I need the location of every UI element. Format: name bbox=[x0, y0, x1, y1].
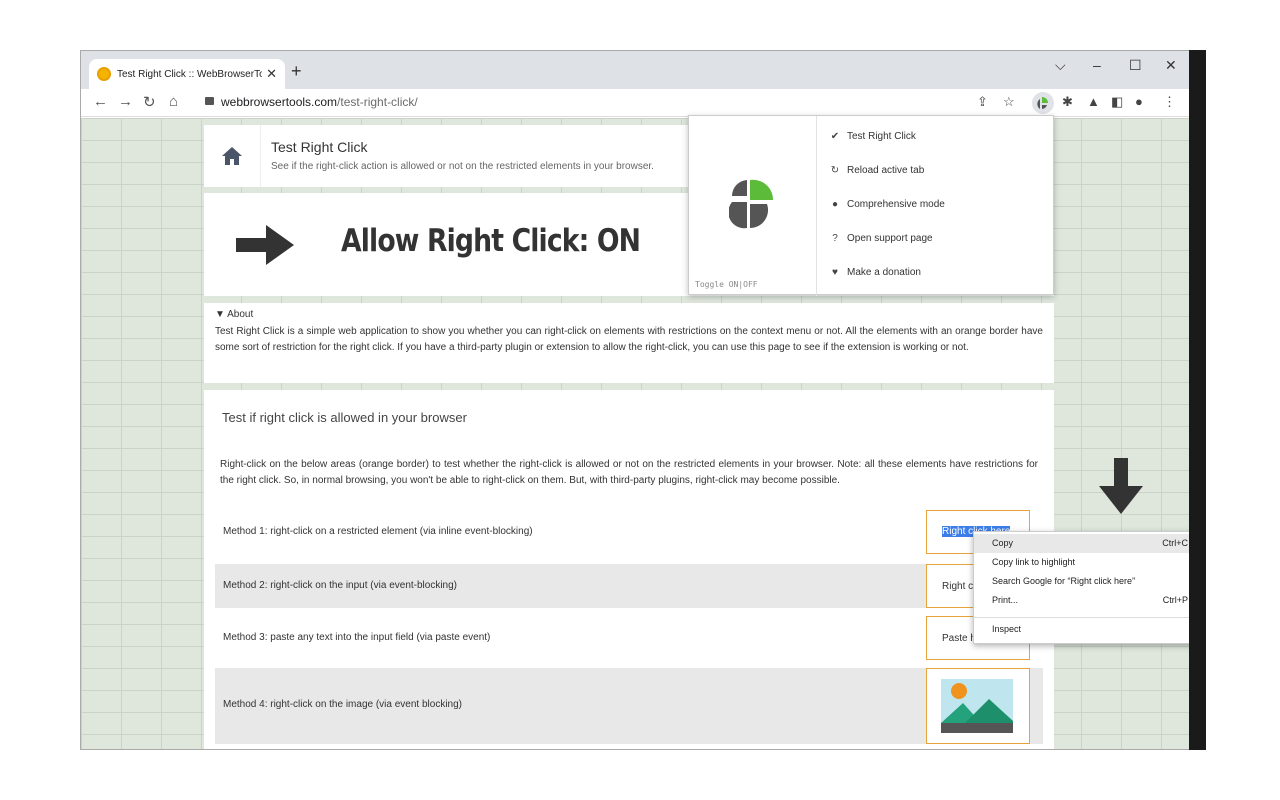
forward-icon[interactable]: → bbox=[118, 93, 133, 110]
reload-icon[interactable]: ↻ bbox=[143, 93, 156, 111]
browser-toolbar: ← → ↻ ⌂ webbrowsertools.com/test-right-c… bbox=[81, 89, 1205, 117]
about-section: ▼ About Test Right Click is a simple web… bbox=[204, 303, 1054, 383]
extension-active-icon[interactable] bbox=[1032, 92, 1054, 114]
method-label: Method 4: right-click on the image (via … bbox=[223, 699, 463, 710]
question-icon: ? bbox=[832, 233, 838, 244]
extension-logo-icon bbox=[729, 179, 774, 229]
tab-close-icon[interactable]: ✕ bbox=[266, 66, 277, 82]
popup-item-label: Make a donation bbox=[847, 267, 921, 278]
status-text: Allow Right Click: ON bbox=[341, 223, 641, 259]
ctx-print[interactable]: Print... Ctrl+P bbox=[974, 591, 1205, 610]
ctx-label: Copy link to highlight bbox=[992, 557, 1076, 567]
ctx-shortcut: Ctrl+P bbox=[1162, 595, 1188, 605]
popup-item-support[interactable]: ? Open support page bbox=[829, 233, 933, 244]
popup-item-label: Open support page bbox=[847, 233, 933, 244]
share-icon[interactable]: ⇪ bbox=[977, 94, 988, 110]
tab-title: Test Right Click :: WebBrowserTools bbox=[117, 68, 263, 80]
menu-kebab-icon[interactable]: ⋮ bbox=[1163, 94, 1176, 110]
page-title: Test Right Click bbox=[271, 139, 368, 155]
ctx-label: Search Google for “Right click here” bbox=[992, 576, 1136, 586]
method-label: Method 1: right-click on a restricted el… bbox=[223, 526, 533, 537]
tab-active[interactable]: Test Right Click :: WebBrowserTools ✕ bbox=[89, 59, 285, 89]
labs-flask-icon[interactable]: ▲ bbox=[1087, 94, 1100, 109]
method-row-3: Method 3: paste any text into the input … bbox=[215, 616, 1043, 660]
url-host: webbrowsertools.com bbox=[221, 95, 338, 109]
test-title: Test if right click is allowed in your b… bbox=[222, 410, 467, 425]
tab-search-icon[interactable]: ⌵ bbox=[1055, 57, 1066, 74]
toggle-label: Toggle ON|OFF bbox=[695, 280, 758, 289]
method-label: Method 3: paste any text into the input … bbox=[223, 632, 491, 643]
popup-item-reload[interactable]: ↻ Reload active tab bbox=[829, 165, 924, 176]
url-path: /test-right-click/ bbox=[337, 95, 418, 109]
address-bar[interactable]: webbrowsertools.com/test-right-click/ bbox=[221, 95, 418, 109]
popup-item-comprehensive[interactable]: ● Comprehensive mode bbox=[829, 199, 945, 210]
check-icon: ✔ bbox=[830, 131, 840, 142]
about-toggle[interactable]: ▼ About bbox=[215, 309, 1043, 320]
landscape-image bbox=[941, 679, 1013, 733]
ctx-inspect[interactable]: Inspect bbox=[974, 620, 1205, 639]
right-arrow-icon bbox=[236, 225, 294, 265]
extension-popup: Toggle ON|OFF ✔ Test Right Click ↻ Reloa… bbox=[688, 115, 1054, 296]
test-description: Right-click on the below areas (orange b… bbox=[220, 459, 1038, 486]
browser-window: Test Right Click :: WebBrowserTools ✕ + … bbox=[80, 50, 1206, 750]
desktop-edge bbox=[1189, 50, 1206, 750]
heart-icon: ♥ bbox=[832, 267, 838, 278]
method-label: Method 2: right-click on the input (via … bbox=[223, 580, 458, 591]
new-tab-button[interactable]: + bbox=[291, 61, 302, 82]
favicon-icon bbox=[97, 67, 111, 81]
extensions-puzzle-icon[interactable]: ✱ bbox=[1062, 94, 1073, 110]
popup-item-label: Test Right Click bbox=[847, 131, 916, 142]
reload-icon: ↻ bbox=[830, 165, 840, 176]
method-row-4: Method 4: right-click on the image (via … bbox=[215, 668, 1043, 744]
minimize-button[interactable]: – bbox=[1093, 57, 1101, 73]
profile-avatar-icon[interactable]: ● bbox=[1135, 94, 1143, 109]
popup-toggle-area[interactable]: Toggle ON|OFF bbox=[689, 116, 817, 296]
page-subtitle: See if the right-click action is allowed… bbox=[271, 161, 654, 172]
tab-strip: Test Right Click :: WebBrowserTools ✕ + … bbox=[81, 51, 1205, 89]
ctx-shortcut: Ctrl+C bbox=[1162, 538, 1188, 548]
site-home-icon[interactable] bbox=[204, 125, 261, 187]
circle-icon: ● bbox=[831, 199, 839, 210]
lock-icon[interactable] bbox=[205, 97, 214, 105]
popup-item-label: Reload active tab bbox=[847, 165, 925, 176]
ctx-copy[interactable]: Copy Ctrl+C bbox=[974, 534, 1205, 553]
ctx-copy-link[interactable]: Copy link to highlight bbox=[974, 553, 1205, 572]
back-icon[interactable]: ← bbox=[93, 93, 108, 110]
maximize-button[interactable]: ☐ bbox=[1129, 57, 1142, 74]
test-section: Test if right click is allowed in your b… bbox=[204, 390, 1054, 749]
ctx-label: Inspect bbox=[992, 624, 1022, 634]
ctx-search-google[interactable]: Search Google for “Right click here” bbox=[974, 572, 1205, 591]
restricted-image[interactable] bbox=[926, 668, 1030, 744]
popup-item-donate[interactable]: ♥ Make a donation bbox=[829, 267, 921, 278]
ctx-separator bbox=[974, 617, 1205, 618]
popup-item-test[interactable]: ✔ Test Right Click bbox=[829, 131, 916, 142]
method-row-2: Method 2: right-click on the input (via … bbox=[215, 564, 1043, 608]
popup-item-label: Comprehensive mode bbox=[847, 199, 945, 210]
ctx-label: Print... bbox=[992, 595, 1019, 605]
home-icon[interactable]: ⌂ bbox=[169, 93, 178, 110]
close-window-button[interactable]: ✕ bbox=[1165, 57, 1177, 74]
context-menu: Copy Ctrl+C Copy link to highlight Searc… bbox=[973, 531, 1205, 644]
bookmark-star-icon[interactable]: ☆ bbox=[1003, 94, 1015, 110]
down-arrow-icon bbox=[1099, 458, 1143, 514]
about-text: Test Right Click is a simple web applica… bbox=[215, 326, 1043, 353]
ctx-label: Copy bbox=[992, 538, 1014, 548]
side-panel-icon[interactable]: ◧ bbox=[1111, 94, 1123, 110]
method-row-1: Method 1: right-click on a restricted el… bbox=[215, 510, 1043, 554]
